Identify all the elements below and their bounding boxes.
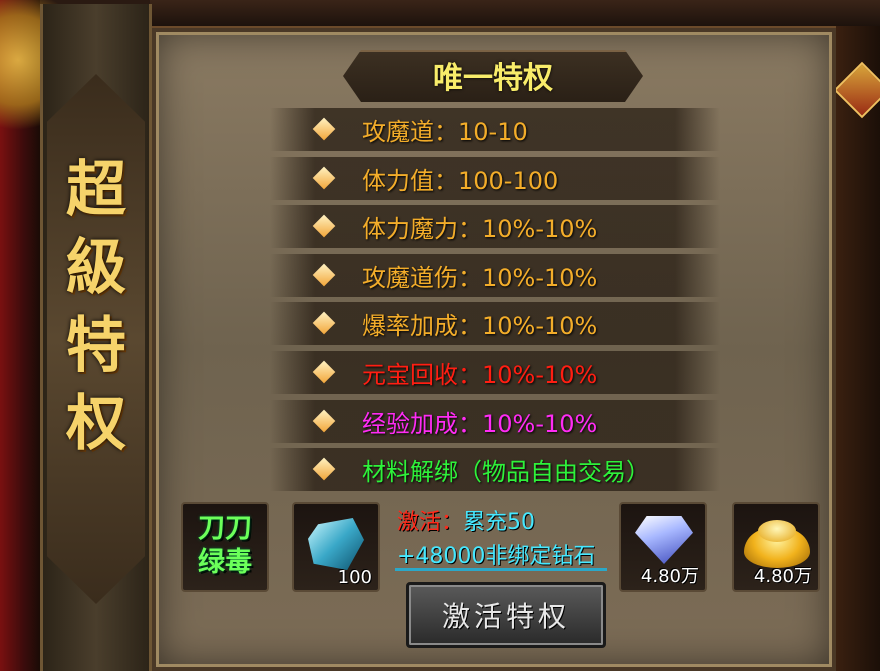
activate-privilege-button[interactable]: 激活特权 bbox=[406, 582, 606, 648]
diamond-bullet-icon bbox=[312, 312, 336, 335]
privilege-text: 攻魔道伤：10%-10% bbox=[362, 263, 598, 292]
activation-underline bbox=[395, 568, 607, 571]
privilege-text: 体力魔力：10%-10% bbox=[362, 215, 598, 244]
activation-requirement: 激活：累充50 +48000非绑定钻石 bbox=[395, 502, 610, 572]
privilege-row: 体力魔力：10%-10% bbox=[270, 205, 720, 249]
privilege-list: 攻魔道：10-10 体力值：100-100 体力魔力：10%-10% 攻魔道伤：… bbox=[270, 108, 720, 497]
reward-slot-ingot[interactable]: 4.80万 bbox=[732, 502, 820, 592]
item-count: 100 bbox=[337, 567, 372, 588]
privilege-row: 材料解绑（物品自由交易） bbox=[270, 448, 720, 492]
diamond-bullet-icon bbox=[312, 409, 336, 432]
item-count: 4.80万 bbox=[640, 566, 699, 587]
banner-title: 超 級 特 权 bbox=[43, 154, 149, 460]
diamond-bullet-icon bbox=[312, 263, 336, 287]
poison-skill-icon: 刀刀 绿毒 bbox=[183, 512, 267, 580]
gold-ingot-top bbox=[758, 520, 796, 542]
banner-char: 特 bbox=[66, 311, 126, 381]
panel-title: 唯一特权 bbox=[433, 61, 553, 96]
item-count: 4.80万 bbox=[753, 566, 812, 587]
poison-line2: 绿毒 bbox=[198, 547, 252, 578]
activation-bonus: +48000非绑定钻石 bbox=[397, 544, 596, 569]
diamond-bullet-icon bbox=[312, 214, 336, 238]
banner-char: 超 bbox=[66, 155, 126, 225]
reward-slot-poison[interactable]: 刀刀 绿毒 bbox=[181, 502, 269, 592]
diamond-icon bbox=[635, 516, 693, 564]
diamond-bullet-icon bbox=[312, 457, 336, 481]
privilege-text: 体力值：100-100 bbox=[362, 166, 559, 195]
activation-prefix: 激活： bbox=[397, 510, 464, 535]
poison-line1: 刀刀 bbox=[198, 513, 252, 544]
privilege-text: 攻魔道：10-10 bbox=[362, 118, 528, 146]
privilege-row: 经验加成：10%-10% bbox=[270, 399, 720, 443]
banner-char: 权 bbox=[66, 389, 126, 459]
top-menu-strip bbox=[150, 0, 880, 28]
activation-condition: 累充50 bbox=[463, 510, 536, 535]
privilege-row: 体力值：100-100 bbox=[270, 156, 720, 200]
privilege-text: 经验加成：10%-10% bbox=[362, 409, 598, 438]
privilege-text: 材料解绑（物品自由交易） bbox=[362, 458, 650, 487]
privilege-text: 爆率加成：10%-10% bbox=[362, 312, 598, 341]
activation-line: 激活：累充50 bbox=[397, 504, 535, 536]
right-background-decoration bbox=[836, 26, 880, 671]
privilege-text: 元宝回收：10%-10% bbox=[362, 360, 598, 389]
diamond-bullet-icon bbox=[312, 166, 336, 189]
diamond-bullet-icon bbox=[312, 360, 336, 384]
crystal-icon bbox=[308, 518, 364, 570]
privilege-banner: 超 級 特 权 bbox=[40, 4, 152, 671]
reward-slot-diamond[interactable]: 4.80万 bbox=[619, 502, 707, 592]
diamond-bullet-icon bbox=[312, 117, 336, 141]
privilege-row: 攻魔道伤：10%-10% bbox=[270, 253, 720, 297]
privilege-row: 爆率加成：10%-10% bbox=[270, 302, 720, 346]
banner-char: 級 bbox=[66, 233, 126, 303]
privilege-row: 攻魔道：10-10 bbox=[270, 108, 720, 151]
reward-slot-crystal[interactable]: 100 bbox=[292, 502, 380, 592]
privilege-row: 元宝回收：10%-10% bbox=[270, 350, 720, 394]
